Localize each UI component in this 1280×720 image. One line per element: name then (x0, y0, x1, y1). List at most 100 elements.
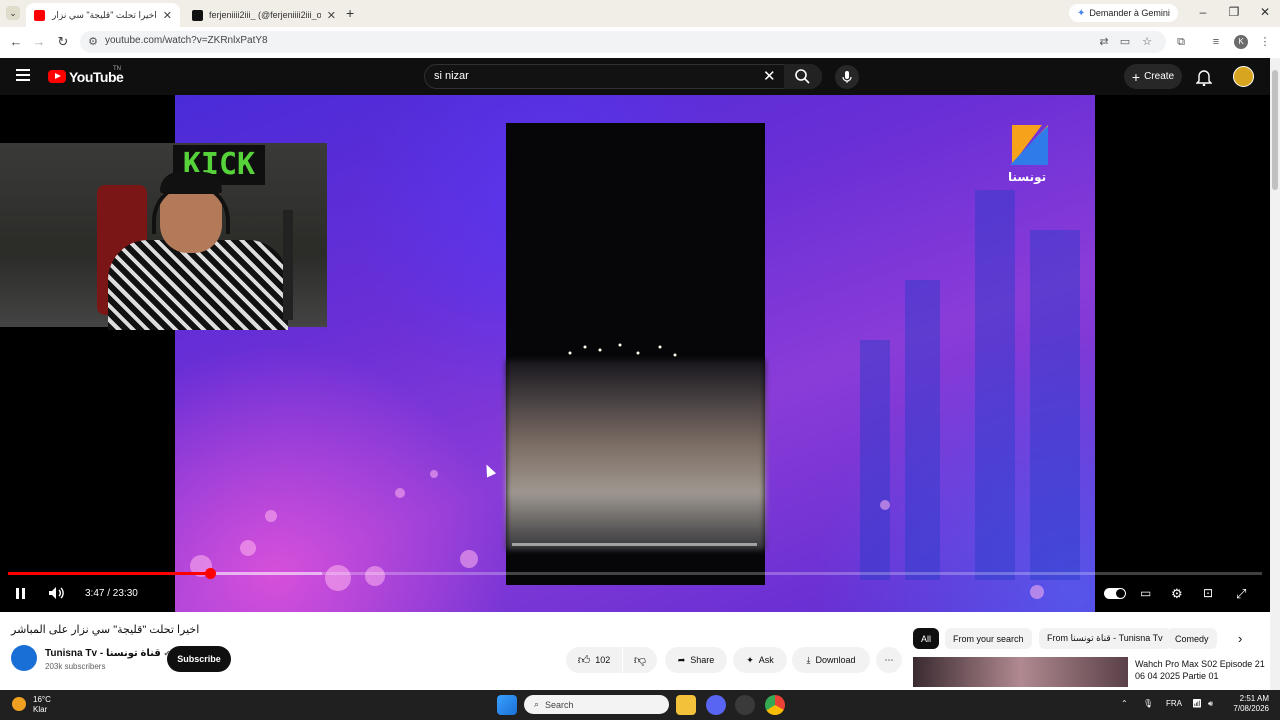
file-explorer-icon[interactable] (676, 695, 696, 715)
chip-from-search[interactable]: From your search (945, 628, 1032, 649)
chip-from-channel[interactable]: From قناة تونسنا - Tunisna Tv (1039, 628, 1171, 649)
autoplay-toggle[interactable] (1104, 588, 1126, 599)
maximize-icon[interactable]: ❐ (1219, 5, 1249, 19)
bokeh-light (265, 510, 277, 522)
recommended-title[interactable]: Wahch Pro Max S02 Episode 21 06 04 2025 … (1135, 658, 1265, 682)
forward-icon[interactable]: → (31, 34, 47, 50)
volume-icon (49, 587, 64, 599)
new-tab-icon[interactable]: + (346, 5, 354, 21)
wifi-icon[interactable]: 📶︎ (1192, 699, 1202, 708)
tab-title: اخيرا تحلت "قليجة" سي نزار ع (51, 9, 157, 20)
obs-icon[interactable] (735, 695, 755, 715)
gemini-sparkle-icon: ✦ (1077, 7, 1086, 19)
close-tab-icon[interactable]: ✕ (327, 9, 336, 22)
like-count: 102 (595, 655, 611, 665)
subscriber-count: 203k subscribers (45, 662, 106, 671)
theater-mode-icon[interactable]: ⊡ (1203, 586, 1213, 600)
account-avatar[interactable] (1233, 66, 1254, 87)
mic-arm (283, 210, 293, 320)
notifications-button[interactable] (1195, 68, 1213, 91)
clear-search-icon[interactable]: ✕ (763, 67, 776, 85)
subscribe-button[interactable]: Subscribe (167, 646, 231, 672)
reload-icon[interactable]: ↻ (55, 34, 71, 50)
ask-label: Ask (758, 655, 774, 665)
microphone-icon (842, 71, 852, 83)
dislike-button[interactable]: 👎︎ (623, 647, 657, 673)
create-button[interactable]: + Create (1124, 64, 1182, 89)
url-text[interactable]: youtube.com/watch?v=ZKRnlxPatY8 (105, 35, 268, 46)
tab-title: ferjeniiii2iii_ (@ferjeniiii2iii_offic (209, 10, 321, 20)
settings-gear-icon[interactable]: ⚙ (1171, 586, 1183, 602)
youtube-logo-icon[interactable] (48, 70, 66, 83)
search-icon: ⌕ (534, 699, 540, 709)
close-tab-icon[interactable]: ✕ (163, 9, 172, 22)
chrome-icon[interactable] (765, 695, 785, 715)
pause-button[interactable] (14, 586, 28, 603)
reading-list-icon[interactable]: ≡ (1209, 35, 1223, 49)
keyboard-language[interactable]: FRA (1166, 699, 1182, 708)
search-button[interactable] (784, 64, 822, 89)
gemini-button[interactable]: ✦ Demander à Gemini (1069, 4, 1178, 22)
download-button[interactable]: ⤓ Download (792, 647, 870, 673)
minimize-icon[interactable]: – (1188, 5, 1218, 19)
temperature: 16°C (33, 695, 51, 704)
volume-button[interactable] (48, 586, 66, 603)
weather-moon-icon[interactable] (12, 697, 26, 711)
taskbar-search-placeholder: Search (545, 699, 574, 710)
windows-start-icon[interactable] (497, 695, 517, 715)
download-icon: ⤓ (806, 654, 811, 665)
hamburger-menu-icon[interactable] (16, 69, 30, 81)
gemini-label: Demander à Gemini (1089, 8, 1170, 18)
channel-avatar[interactable] (11, 645, 37, 671)
browser-tab-youtube[interactable]: اخيرا تحلت "قليجة" سي نزار ع ✕ (26, 3, 180, 27)
mic-tray-icon[interactable]: 🎙︎ (1143, 699, 1153, 708)
fullscreen-icon[interactable]: ⤢ (1236, 586, 1246, 602)
channel-name[interactable]: Tunisna Tv - قناة تونسنا ✔ (45, 648, 170, 659)
extensions-icon[interactable]: ⧉ (1174, 35, 1188, 49)
back-icon[interactable]: ← (8, 34, 24, 50)
site-info-icon[interactable]: ⚙ (86, 35, 100, 49)
install-app-icon[interactable]: ▭ (1118, 35, 1132, 49)
bokeh-light (325, 565, 351, 591)
streamer-body (108, 240, 288, 330)
window-close-icon[interactable]: ✕ (1250, 5, 1280, 19)
share-button[interactable]: ➦ Share (665, 647, 727, 673)
like-button[interactable]: 👍︎ 102 (566, 647, 622, 673)
more-actions-icon[interactable]: ⋯ (876, 647, 902, 673)
scrubber-handle[interactable] (204, 568, 216, 579)
weather-widget[interactable]: 16°C Klar (33, 695, 51, 715)
subtitles-icon[interactable]: ▭ (1140, 586, 1151, 600)
played-bar (8, 572, 210, 575)
chip-all[interactable]: All (913, 628, 940, 649)
ask-button[interactable]: ✦ Ask (733, 647, 787, 673)
chip-comedy[interactable]: Comedy (1167, 628, 1217, 649)
bokeh-light (880, 500, 890, 510)
translate-icon[interactable]: ⇄ (1097, 35, 1111, 49)
chips-next-icon[interactable]: › (1238, 631, 1242, 646)
discord-icon[interactable] (706, 695, 726, 715)
city-building (860, 340, 890, 580)
tray-overflow-icon[interactable]: ⌃ (1121, 699, 1128, 708)
volume-tray-icon[interactable]: 🔊︎ (1208, 699, 1213, 709)
bokeh-light (460, 550, 478, 568)
search-input[interactable]: si nizar (434, 70, 469, 82)
taskbar-clock[interactable]: 2:51 AM 7/08/2026 (1219, 694, 1269, 714)
bookmark-star-icon[interactable]: ☆ (1140, 35, 1154, 49)
browser-menu-icon[interactable]: ⋮ (1258, 35, 1272, 49)
bokeh-light (365, 566, 385, 586)
create-label: Create (1144, 71, 1175, 82)
city-building (905, 280, 940, 580)
tab-search-button[interactable]: ⌄ (6, 6, 20, 20)
taskbar-search[interactable]: ⌕ Search (524, 695, 669, 714)
thumbs-up-icon: 👍︎ (577, 652, 591, 667)
recommended-thumbnail[interactable] (913, 657, 1128, 687)
voice-search-button[interactable] (835, 65, 859, 89)
weather-condition: Klar (33, 705, 48, 714)
bokeh-light (240, 540, 256, 556)
pause-icon (16, 588, 25, 599)
profile-avatar[interactable]: K (1234, 35, 1248, 49)
scrollbar-thumb[interactable] (1272, 70, 1278, 190)
clock-time: 2:51 AM (1239, 694, 1269, 703)
plus-icon: + (1131, 68, 1141, 85)
browser-tab-tiktok[interactable]: ferjeniiii2iii_ (@ferjeniiii2iii_offic ✕ (184, 3, 344, 27)
